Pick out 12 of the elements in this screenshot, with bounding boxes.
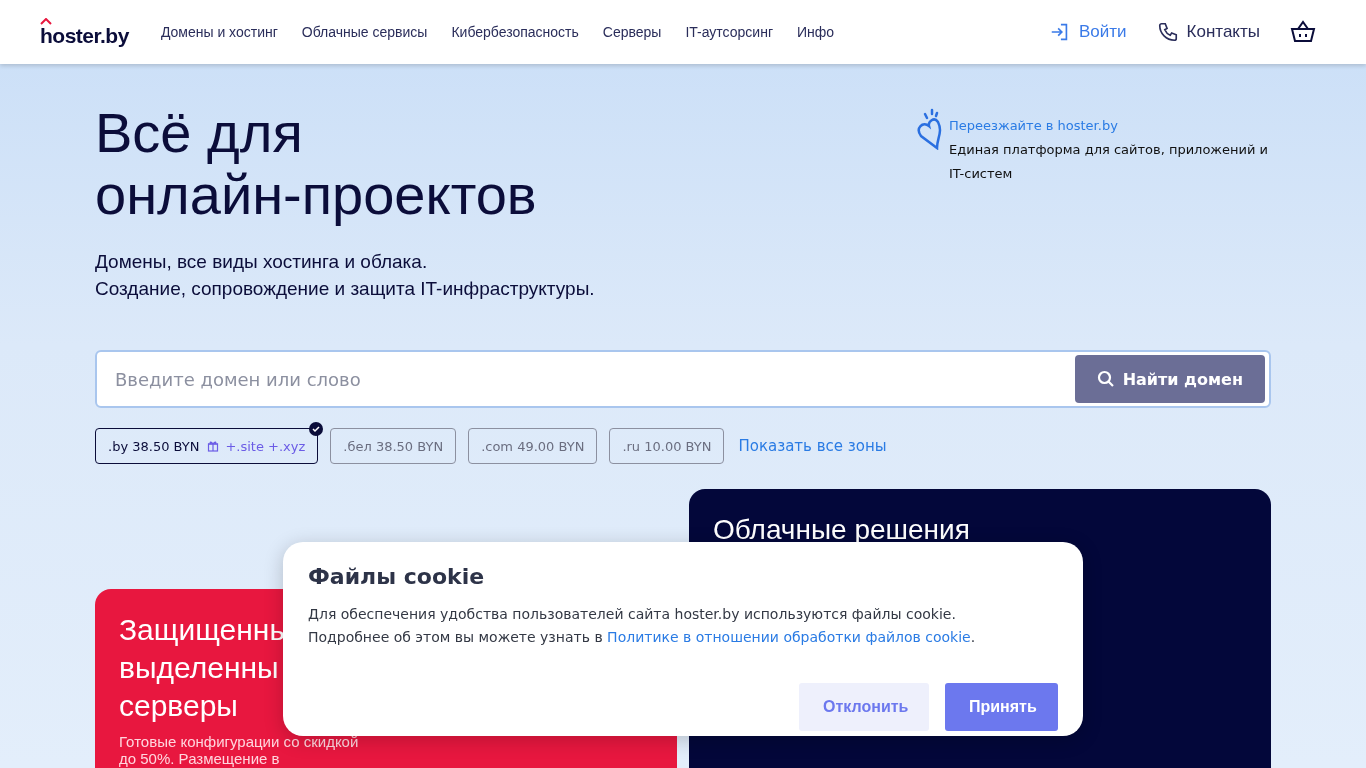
hero-title: онлайн-проектов xyxy=(95,164,537,226)
card-title: Облачные решения xyxy=(713,513,970,547)
cookie-text: Для обеспечения удобства пользователей сайта hoster.by используются файлы cookie. Подробнее об этом вы можете узнать в Политике в отношении обработки файлов cookie. xyxy=(308,605,977,647)
promo-text: Единая платформа для сайтов, приложений и IT-систем xyxy=(949,141,1270,183)
hero-title: Всё для xyxy=(95,102,303,164)
card-title: серверы xyxy=(119,688,238,724)
card-text: до 50%. Размещение в xyxy=(119,750,280,767)
hero-subtitle: Домены, все виды хостинга и облака. xyxy=(95,250,428,274)
hero-subtitle: Создание, сопровождение и защита IT-инфраструктуры. xyxy=(95,277,595,301)
card-text: Готовые конфигурации со скидкой xyxy=(119,733,359,750)
dialog-title: Файлы cookie xyxy=(308,564,486,589)
card-title: выделенны xyxy=(119,650,279,686)
